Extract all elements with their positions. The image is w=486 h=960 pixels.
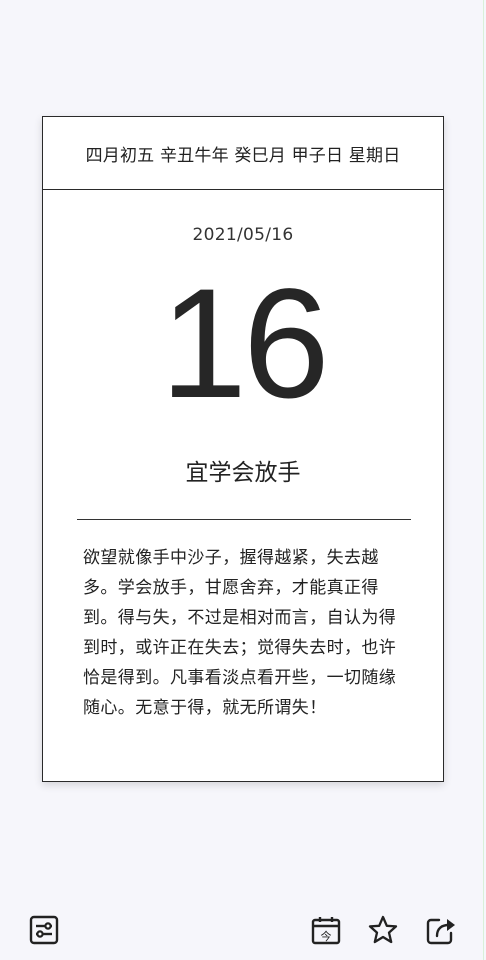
right-edge-line: [483, 0, 484, 960]
share-button[interactable]: [425, 914, 457, 946]
daily-advice: 宜学会放手: [185, 460, 301, 486]
day-number: 16: [160, 257, 330, 431]
today-glyph: 今: [321, 929, 332, 943]
daily-quote: 欲望就像手中沙子，握得越紧，失去越多。学会放手，甘愿舍弃，才能真正得到。得与失，…: [83, 548, 397, 718]
lunar-date-header: 四月初五 辛丑牛年 癸巳月 甲子日 星期日: [43, 117, 443, 190]
settings-button[interactable]: [28, 914, 60, 946]
gregorian-date: 2021/05/16: [192, 225, 294, 245]
divider: [77, 519, 411, 520]
today-button[interactable]: 今: [310, 914, 342, 946]
calendar-today-icon: 今: [311, 917, 341, 945]
settings-sliders-icon: [29, 915, 59, 945]
favorite-button[interactable]: [367, 914, 399, 946]
star-icon: [368, 915, 398, 944]
share-icon: [426, 918, 455, 945]
calendar-card: 四月初五 辛丑牛年 癸巳月 甲子日 星期日 2021/05/16 16 宜学会放…: [42, 116, 444, 782]
